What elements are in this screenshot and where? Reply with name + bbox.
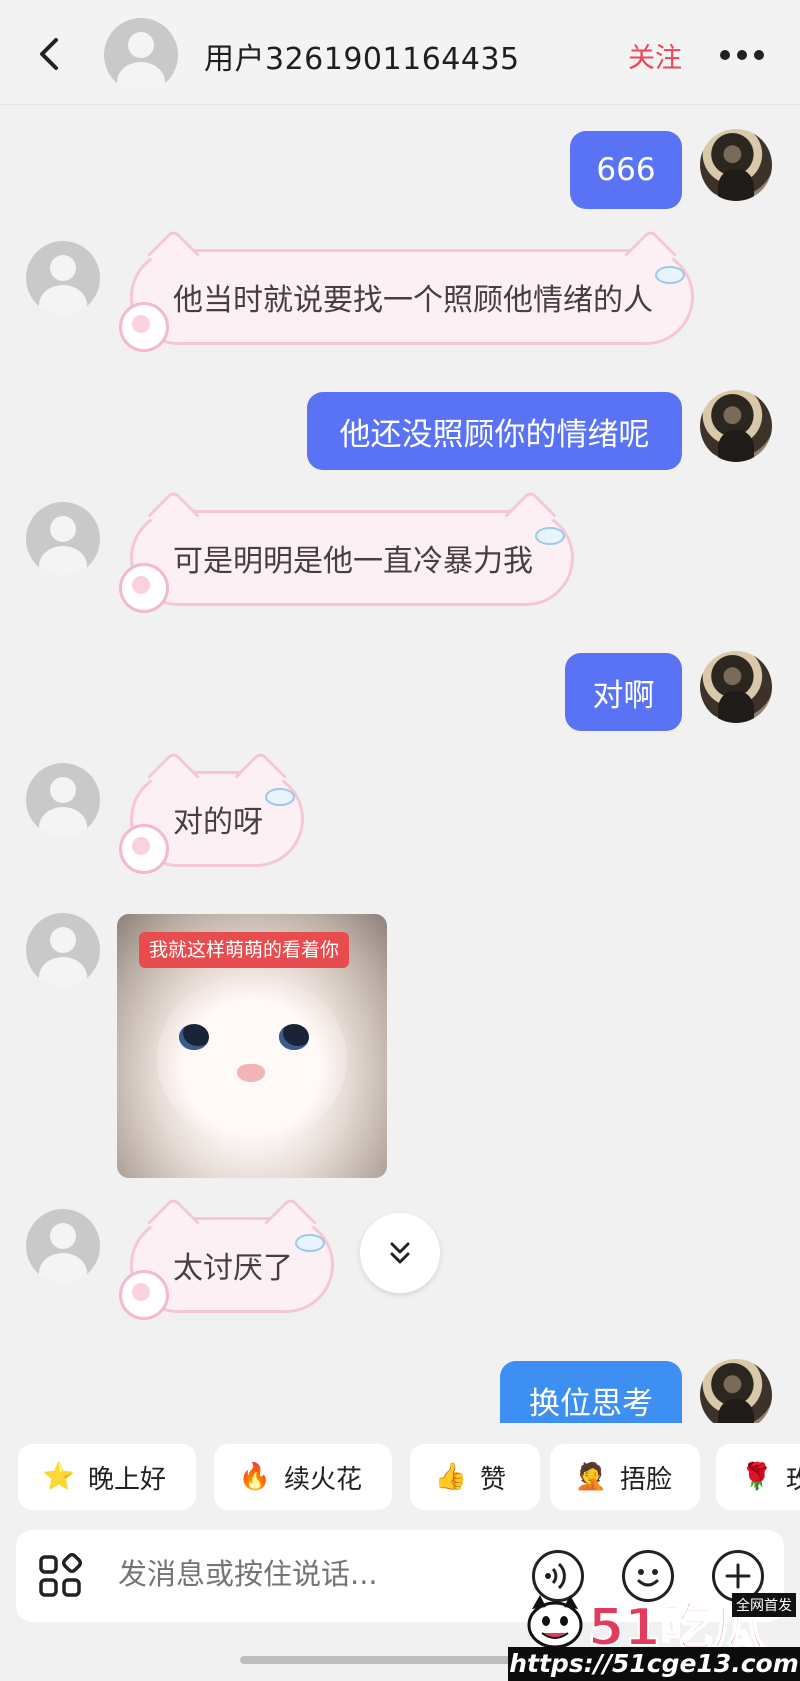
follow-button[interactable]: 关注 xyxy=(628,36,682,75)
avatar-body xyxy=(39,285,87,315)
chat-header: 用户3261901164435 关注 xyxy=(0,0,800,105)
chip-label: 捂脸 xyxy=(620,1464,673,1495)
bubble-ear xyxy=(147,1196,200,1249)
ribbon-decoration xyxy=(119,1270,169,1320)
message-bubble-other[interactable]: 太讨厌了 xyxy=(119,1196,334,1320)
kitten-eye xyxy=(279,1024,309,1050)
avatar-head xyxy=(50,516,76,542)
bow-decoration xyxy=(535,527,565,545)
bow-decoration xyxy=(265,788,295,806)
message-bubble-other[interactable]: 对的呀 xyxy=(119,750,304,874)
message-text: 换位思考 xyxy=(529,1385,653,1422)
chip-label: 续火花 xyxy=(284,1464,363,1495)
contact-avatar[interactable] xyxy=(26,913,100,987)
bow-decoration xyxy=(655,266,685,284)
ribbon-decoration xyxy=(119,824,169,874)
quick-reply-chip[interactable]: 👍 赞 xyxy=(410,1444,540,1510)
chevron-left-icon xyxy=(40,38,58,70)
avatar-body xyxy=(39,546,87,576)
message-bubble-other[interactable]: 可是明明是他一直冷暴力我 xyxy=(119,489,574,613)
contact-avatar[interactable] xyxy=(26,763,100,837)
quick-reply-chip[interactable]: 🔥 续火花 xyxy=(214,1444,392,1510)
kitten-nose xyxy=(237,1064,265,1082)
self-avatar[interactable] xyxy=(700,651,772,723)
message-bubble-self[interactable]: 他还没照顾你的情绪呢 xyxy=(307,392,682,470)
bow-decoration xyxy=(295,1234,325,1252)
avatar-body xyxy=(39,1253,87,1283)
apps-grid-svg xyxy=(39,1553,82,1597)
site-watermark: 51吃瓜 全网首发 https://51cge13.com xyxy=(508,1585,800,1681)
message-bubble-self[interactable]: 换位思考 xyxy=(500,1361,682,1423)
ribbon-decoration xyxy=(119,563,169,613)
avatar-head xyxy=(128,32,154,58)
message-text: 666 xyxy=(596,152,656,188)
chip-label: 赞 xyxy=(480,1464,507,1495)
avatar-head xyxy=(50,927,76,953)
message-text: 他当时就说要找一个照顾他情绪的人 xyxy=(173,283,653,318)
avatar-body xyxy=(39,957,87,987)
double-chevron-down-icon xyxy=(390,1242,410,1264)
watermark-url: https://51cge13.com xyxy=(508,1647,800,1681)
chip-label: 晚上好 xyxy=(88,1464,167,1495)
self-avatar[interactable] xyxy=(700,129,772,201)
quick-reply-chip[interactable]: ⭐ 晚上好 xyxy=(18,1444,196,1510)
message-input[interactable] xyxy=(116,1556,480,1592)
contact-avatar[interactable] xyxy=(26,502,100,576)
watermark-tag: 全网首发 xyxy=(732,1593,796,1617)
rose-icon: 🌹 xyxy=(740,1462,774,1492)
contact-name[interactable]: 用户3261901164435 xyxy=(204,34,520,78)
message-text: 对啊 xyxy=(592,677,655,714)
chip-label: 玫 xyxy=(786,1464,800,1495)
contact-avatar[interactable] xyxy=(26,241,100,315)
more-dots-icon[interactable] xyxy=(720,50,764,60)
quick-reply-chip[interactable]: 🤦 捂脸 xyxy=(550,1444,700,1510)
message-bubble-other[interactable]: 他当时就说要找一个照顾他情绪的人 xyxy=(119,228,694,352)
thumbs-up-icon: 👍 xyxy=(434,1462,468,1492)
bubble-ear xyxy=(147,489,200,542)
contact-avatar[interactable] xyxy=(104,18,178,92)
ribbon-decoration xyxy=(119,302,169,352)
sticker-caption: 我就这样萌萌的看着你 xyxy=(139,932,350,968)
bubble-ear xyxy=(147,750,200,803)
message-text: 可是明明是他一直冷暴力我 xyxy=(173,544,533,579)
bubble-ear xyxy=(147,228,200,281)
star-face-icon: ⭐ xyxy=(42,1462,76,1492)
message-text: 对的呀 xyxy=(173,805,263,840)
kitten-eye xyxy=(179,1024,209,1050)
apps-grid-icon[interactable] xyxy=(36,1552,84,1600)
facepalm-icon: 🤦 xyxy=(574,1462,608,1492)
quick-reply-chip[interactable]: 🌹 玫 xyxy=(716,1444,800,1510)
self-avatar[interactable] xyxy=(700,1359,772,1423)
contact-avatar[interactable] xyxy=(26,1209,100,1283)
self-avatar[interactable] xyxy=(700,390,772,462)
message-text: 他还没照顾你的情绪呢 xyxy=(339,416,650,453)
avatar-head xyxy=(50,1223,76,1249)
kitten-face xyxy=(157,974,347,1144)
sticker-image[interactable]: 我就这样萌萌的看着你 xyxy=(117,914,387,1178)
avatar-head xyxy=(50,777,76,803)
avatar-body xyxy=(117,62,165,92)
scroll-to-bottom-button[interactable] xyxy=(360,1213,440,1293)
back-button[interactable] xyxy=(30,30,70,78)
message-bubble-self[interactable]: 对啊 xyxy=(565,653,682,731)
avatar-head xyxy=(50,255,76,281)
avatar-body xyxy=(39,807,87,837)
message-text: 太讨厌了 xyxy=(173,1251,293,1286)
fire-icon: 🔥 xyxy=(238,1462,272,1492)
mascot-logo xyxy=(527,1595,583,1649)
message-bubble-self[interactable]: 666 xyxy=(570,131,682,209)
quick-reply-bar[interactable]: ⭐ 晚上好 🔥 续火花 👍 赞 🤦 捂脸 🌹 玫 xyxy=(0,1440,800,1514)
